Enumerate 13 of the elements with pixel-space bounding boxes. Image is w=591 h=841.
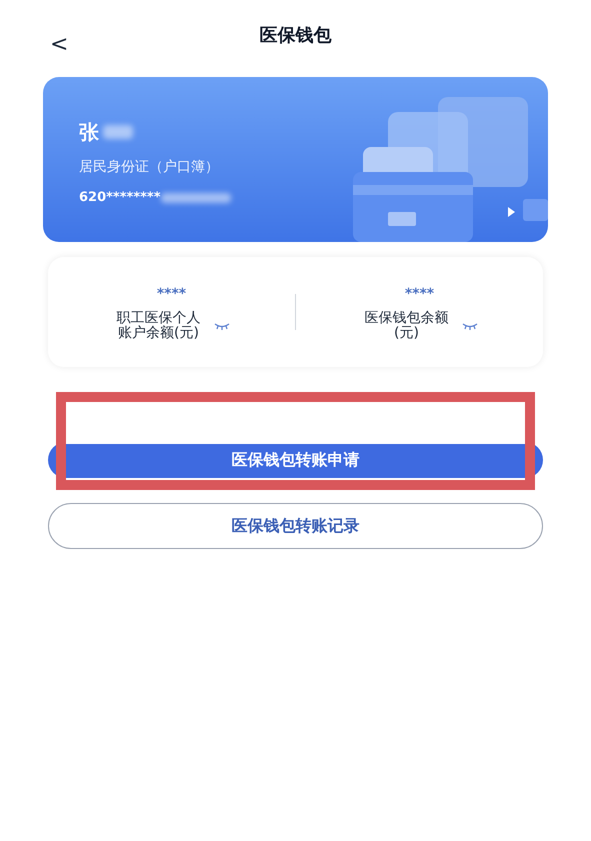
balance-label: 医保钱包余额(元) bbox=[364, 310, 450, 340]
eye-closed-icon[interactable] bbox=[214, 322, 230, 330]
eye-closed-icon[interactable] bbox=[462, 322, 478, 330]
transfer-apply-button[interactable]: 医保钱包转账申请 bbox=[48, 442, 543, 478]
transfer-record-button[interactable]: 医保钱包转账记录 bbox=[48, 503, 543, 549]
balance-value: **** bbox=[156, 284, 186, 304]
holder-name: 张 bbox=[79, 119, 99, 146]
id-number: 620******** bbox=[79, 189, 161, 207]
back-button[interactable]: < bbox=[50, 28, 68, 61]
balance-label: 职工医保个人账户余额(元) bbox=[116, 310, 202, 340]
page-title: 医保钱包 bbox=[260, 24, 332, 48]
id-type: 居民身份证（户口簿） bbox=[79, 158, 220, 177]
balance-value: **** bbox=[404, 284, 434, 304]
